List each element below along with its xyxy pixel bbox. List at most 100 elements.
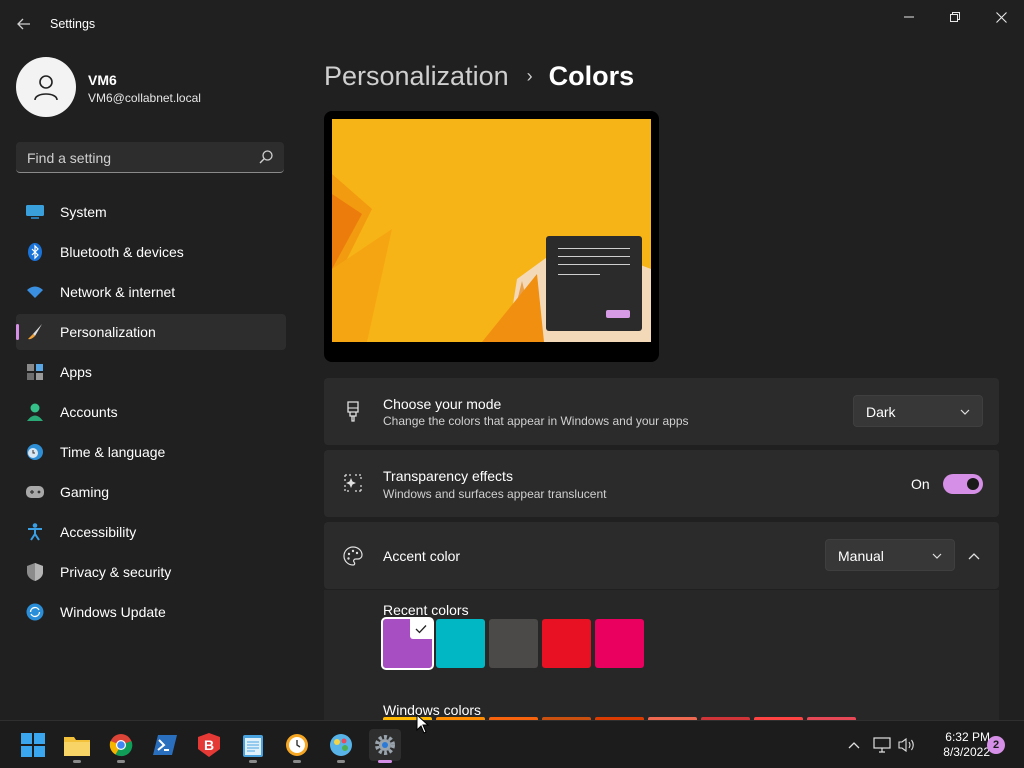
checkmark-icon — [410, 619, 432, 639]
search-placeholder: Find a setting — [27, 150, 112, 166]
sidebar-item-label: Apps — [60, 364, 92, 380]
sidebar-item-label: Accessibility — [60, 524, 137, 540]
system-icon — [26, 203, 44, 221]
sidebar-item-system[interactable]: System — [16, 194, 286, 230]
app-title: Settings — [50, 17, 96, 31]
recent-color-swatch[interactable] — [436, 619, 485, 668]
tray-network[interactable] — [872, 735, 892, 755]
user-icon — [34, 75, 58, 101]
close-icon — [995, 11, 1007, 23]
recent-colors-label: Recent colors — [383, 602, 469, 618]
restore-icon — [950, 12, 960, 22]
wifi-icon — [26, 283, 44, 301]
transparency-title: Transparency effects — [383, 468, 513, 484]
sidebar-item-accessibility[interactable]: Accessibility — [16, 514, 286, 550]
accent-dropdown[interactable]: Manual — [825, 539, 955, 571]
sidebar-item-accounts[interactable]: Accounts — [16, 394, 286, 430]
taskbar-paint[interactable] — [325, 729, 357, 763]
taskbar-powershell[interactable] — [149, 729, 181, 761]
theme-preview — [324, 111, 659, 362]
close-button[interactable] — [978, 4, 1024, 30]
notification-badge[interactable]: 2 — [987, 736, 1005, 754]
tray-volume[interactable] — [897, 735, 917, 755]
chevron-up-icon — [848, 742, 860, 749]
recent-color-swatch[interactable] — [381, 617, 434, 670]
sidebar-item-label: Gaming — [60, 484, 110, 500]
sidebar-item-windows-update[interactable]: Windows Update — [16, 594, 286, 630]
mode-value: Dark — [866, 404, 896, 420]
sidebar-item-personalization[interactable]: Personalization — [16, 314, 286, 350]
sidebar-item-time-language[interactable]: Time & language — [16, 434, 286, 470]
taskbar: B 6:32 PM 8/3/2022 2 — [0, 720, 1024, 768]
sidebar-item-privacy[interactable]: Privacy & security — [16, 554, 286, 590]
breadcrumb: Personalization › Colors — [324, 58, 634, 94]
volume-icon — [898, 737, 914, 753]
restore-button[interactable] — [932, 4, 978, 30]
page-title: Colors — [548, 60, 635, 91]
recent-color-swatch[interactable] — [489, 619, 538, 668]
apps-icon — [26, 363, 44, 381]
preview-wallpaper — [332, 119, 651, 342]
sidebar-item-bluetooth[interactable]: Bluetooth & devices — [16, 234, 286, 270]
accent-title: Accent color — [383, 548, 461, 564]
start-icon — [21, 733, 45, 757]
sidebar-nav: System Bluetooth & devices Network & int… — [16, 194, 286, 634]
accent-value: Manual — [838, 548, 884, 564]
sidebar-item-gaming[interactable]: Gaming — [16, 474, 286, 510]
transparency-toggle[interactable] — [943, 474, 983, 494]
clock-globe-icon — [26, 443, 44, 461]
minimize-icon — [904, 16, 914, 18]
preview-window — [546, 236, 642, 331]
user-email: VM6@collabnet.local — [88, 91, 201, 105]
transparency-subtitle: Windows and surfaces appear translucent — [383, 487, 607, 501]
sidebar-item-label: System — [60, 204, 107, 220]
breadcrumb-parent[interactable]: Personalization — [324, 61, 509, 92]
transparency-state: On — [911, 476, 930, 492]
back-arrow-icon — [17, 18, 30, 30]
taskbar-notepad[interactable] — [237, 729, 269, 763]
user-profile[interactable]: VM6 VM6@collabnet.local — [16, 57, 286, 117]
tray-overflow-button[interactable] — [844, 735, 864, 755]
bluetooth-icon — [26, 243, 44, 261]
recent-color-swatch[interactable] — [542, 619, 591, 668]
sidebar-item-label: Privacy & security — [60, 564, 172, 580]
sidebar-item-label: Bluetooth & devices — [60, 244, 184, 260]
taskbar-b-app[interactable]: B — [193, 729, 225, 761]
accounts-icon — [26, 403, 44, 421]
taskbar-clock[interactable]: 6:32 PM 8/3/2022 — [922, 730, 990, 760]
clock-date: 8/3/2022 — [943, 745, 990, 759]
taskbar-chrome[interactable] — [105, 729, 137, 763]
clock-time: 6:32 PM — [945, 730, 990, 744]
sidebar-item-label: Time & language — [60, 444, 166, 460]
paint-icon — [330, 734, 352, 756]
taskbar-file-explorer[interactable] — [61, 729, 93, 763]
minimize-button[interactable] — [886, 4, 932, 30]
sidebar-item-network[interactable]: Network & internet — [16, 274, 286, 310]
sidebar-item-label: Personalization — [60, 324, 156, 340]
sidebar-item-label: Accounts — [60, 404, 118, 420]
chevron-down-icon — [960, 409, 970, 415]
back-button[interactable] — [10, 10, 38, 38]
mode-dropdown[interactable]: Dark — [853, 395, 983, 427]
accessibility-icon — [26, 523, 44, 541]
collapse-button[interactable] — [960, 544, 988, 568]
start-button[interactable] — [17, 729, 49, 761]
accent-card: Accent color Manual — [324, 522, 999, 589]
paint-bucket-icon — [347, 401, 359, 422]
b-app-icon: B — [198, 733, 220, 757]
taskbar-settings[interactable] — [369, 729, 401, 763]
recent-color-swatch[interactable] — [595, 619, 644, 668]
chrome-icon — [109, 734, 133, 757]
powershell-icon — [153, 735, 177, 755]
taskbar-clock-app[interactable] — [281, 729, 313, 763]
chevron-up-icon — [968, 553, 980, 560]
clock-app-icon — [286, 734, 308, 756]
search-input[interactable]: Find a setting — [16, 142, 284, 173]
search-icon — [259, 150, 273, 164]
sidebar-item-label: Windows Update — [60, 604, 166, 620]
breadcrumb-separator: › — [526, 65, 533, 86]
network-icon — [873, 737, 891, 753]
user-name: VM6 — [88, 72, 117, 88]
update-icon — [26, 603, 44, 621]
sidebar-item-apps[interactable]: Apps — [16, 354, 286, 390]
